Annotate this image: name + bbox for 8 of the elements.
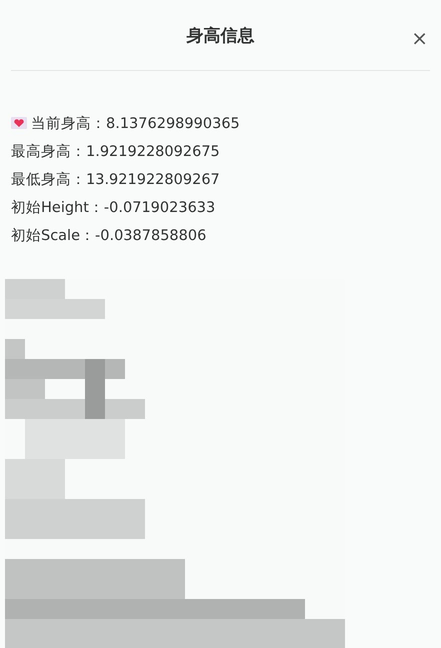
close-button[interactable]: × [409,28,430,48]
heart-icon [11,117,27,129]
info-text: 最高身高：1.9219228092675 [11,142,220,160]
dialog-title: 身高信息 [186,24,254,46]
info-text: 最低身高：13.921922809267 [11,170,220,188]
info-text: 初始Height：-0.0719023633 [11,198,216,216]
info-text: 初始Scale：-0.0387858806 [11,226,206,244]
info-text: 当前身高：8.1376298990365 [31,114,240,132]
